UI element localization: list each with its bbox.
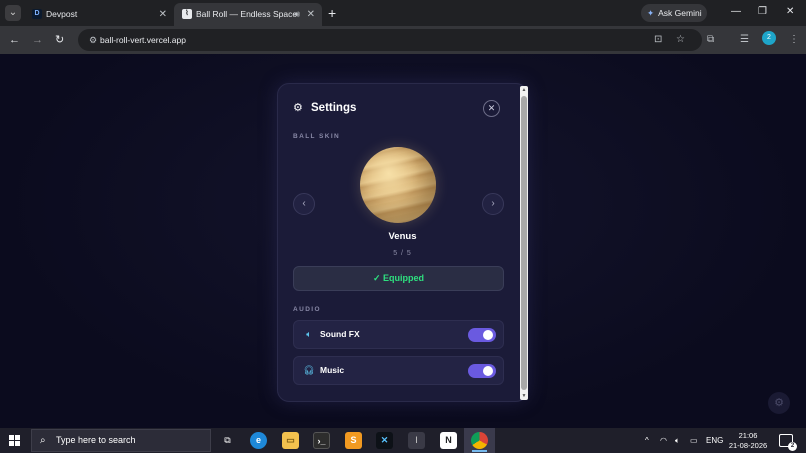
tab-devpost[interactable]: D Devpost ✕	[24, 3, 174, 26]
previous-skin-button[interactable]: ‹	[293, 193, 315, 215]
clock-time: 21:06	[738, 431, 758, 440]
restore-icon[interactable]: ❐	[758, 4, 767, 20]
devpost-favicon-icon: D	[32, 9, 42, 19]
bookmark-star-icon[interactable]: ☆	[676, 33, 685, 47]
show-hidden-icons-icon[interactable]: ^	[645, 428, 649, 453]
network-icon[interactable]: ◠	[660, 428, 667, 453]
music-row: 🎧︎ Music	[293, 356, 504, 385]
reload-icon[interactable]: ↻	[55, 32, 64, 48]
browser-tab-strip: ⌄ D Devpost ✕ ⌇ Ball Roll — Endless Spac…	[0, 0, 806, 26]
tab-search-dropdown-icon[interactable]: ⌄	[5, 5, 21, 21]
battery-icon[interactable]: ▭	[690, 428, 698, 453]
toggle-knob	[483, 330, 493, 340]
close-settings-button[interactable]: ✕	[483, 100, 500, 117]
panel-title: Settings	[311, 102, 357, 114]
chrome-icon[interactable]	[471, 432, 488, 449]
windows-start-icon[interactable]	[9, 435, 20, 446]
app-icon[interactable]: I	[408, 432, 425, 449]
browser-menu-icon[interactable]: ⋮	[789, 32, 799, 48]
ball-roll-favicon-icon: ⌇	[182, 9, 192, 19]
new-tab-button[interactable]: +	[328, 3, 336, 23]
scroll-thumb[interactable]	[521, 96, 527, 390]
toggle-knob	[483, 366, 493, 376]
notion-icon[interactable]: N	[440, 432, 457, 449]
url-text: ball-roll-vert.vercel.app	[100, 35, 186, 45]
equipped-button[interactable]: ✓ Equipped	[293, 266, 504, 291]
tab-title: Devpost	[46, 9, 78, 19]
panel-scrollbar[interactable]: ▲ ▼	[520, 86, 528, 400]
file-explorer-icon[interactable]: ▭	[282, 432, 299, 449]
search-placeholder: Type here to search	[56, 435, 136, 445]
ball-skin-preview	[360, 147, 436, 223]
volume-icon[interactable]: 🔈︎	[675, 428, 680, 453]
skin-index: 5 / 5	[393, 250, 412, 257]
edge-icon[interactable]: e	[250, 432, 267, 449]
terminal-icon[interactable]: ›_	[313, 432, 330, 449]
sublime-text-icon[interactable]: S	[345, 432, 362, 449]
media-controls-icon[interactable]: ☰	[740, 32, 749, 48]
music-toggle[interactable]	[468, 364, 496, 378]
ask-gemini-button[interactable]: ✦ Ask Gemini	[641, 4, 707, 22]
notification-count: 2	[788, 442, 797, 451]
scroll-down-arrow-icon[interactable]: ▼	[520, 392, 528, 400]
headphones-icon: 🎧︎	[303, 365, 315, 375]
install-app-icon[interactable]: ⊡	[654, 33, 662, 47]
skin-name: Venus	[388, 231, 417, 242]
taskbar-search-input[interactable]: ⌕ Type here to search	[31, 429, 211, 452]
task-view-icon[interactable]: ⧉	[219, 432, 236, 449]
close-tab-icon[interactable]: ✕	[307, 3, 315, 26]
notifications-icon[interactable]: 2	[779, 434, 797, 451]
audio-heading: AUDIO	[293, 306, 321, 313]
gemini-sparkle-icon: ✦	[647, 8, 655, 18]
game-viewport: ⚙ Settings ✕ BALL SKIN ‹ › Venus 5 / 5 ✓…	[0, 54, 806, 428]
minimize-icon[interactable]: —	[731, 4, 741, 20]
scroll-up-arrow-icon[interactable]: ▲	[520, 86, 528, 94]
sound-fx-label: Sound FX	[320, 329, 360, 339]
browser-toolbar: ← → ↻ ⚙ ball-roll-vert.vercel.app ⊡ ☆ ⧉ …	[0, 26, 806, 54]
windows-taskbar: ⌕ Type here to search ⧉ e ▭ ›_ S ✕ I N ^…	[0, 428, 806, 453]
search-icon: ⌕	[40, 435, 46, 446]
sound-fx-toggle[interactable]	[468, 328, 496, 342]
tab-audio-icon[interactable]: 🔊︎	[294, 3, 300, 26]
clock[interactable]: 21:06 21-08-2026	[726, 431, 770, 451]
forward-icon[interactable]: →	[32, 32, 43, 48]
close-tab-icon[interactable]: ✕	[159, 3, 167, 26]
address-bar[interactable]: ⚙ ball-roll-vert.vercel.app ⊡ ☆	[78, 29, 702, 51]
ball-skin-heading: BALL SKIN	[293, 133, 341, 140]
language-indicator[interactable]: ENG	[706, 428, 723, 453]
close-window-icon[interactable]: ✕	[786, 4, 794, 20]
site-info-icon[interactable]: ⚙	[86, 33, 100, 47]
music-label: Music	[320, 365, 345, 375]
sound-fx-row: 🔈︎ Sound FX	[293, 320, 504, 349]
back-icon[interactable]: ←	[9, 32, 20, 48]
ask-gemini-label: Ask Gemini	[658, 8, 702, 18]
profile-avatar[interactable]: 2	[762, 31, 776, 45]
settings-panel: ⚙ Settings ✕ BALL SKIN ‹ › Venus 5 / 5 ✓…	[277, 83, 528, 402]
extensions-icon[interactable]: ⧉	[707, 32, 714, 48]
clock-date: 21-08-2026	[728, 441, 768, 450]
speaker-icon: 🔈︎	[306, 329, 312, 339]
tab-ball-roll[interactable]: ⌇ Ball Roll — Endless Space R 🔊︎ ✕	[174, 3, 322, 26]
tab-title: Ball Roll — Endless Space R	[196, 9, 296, 19]
settings-gear-icon[interactable]: ⚙	[768, 392, 790, 414]
vscode-icon[interactable]: ✕	[376, 432, 393, 449]
next-skin-button[interactable]: ›	[482, 193, 504, 215]
settings-gear-icon: ⚙	[293, 102, 303, 114]
